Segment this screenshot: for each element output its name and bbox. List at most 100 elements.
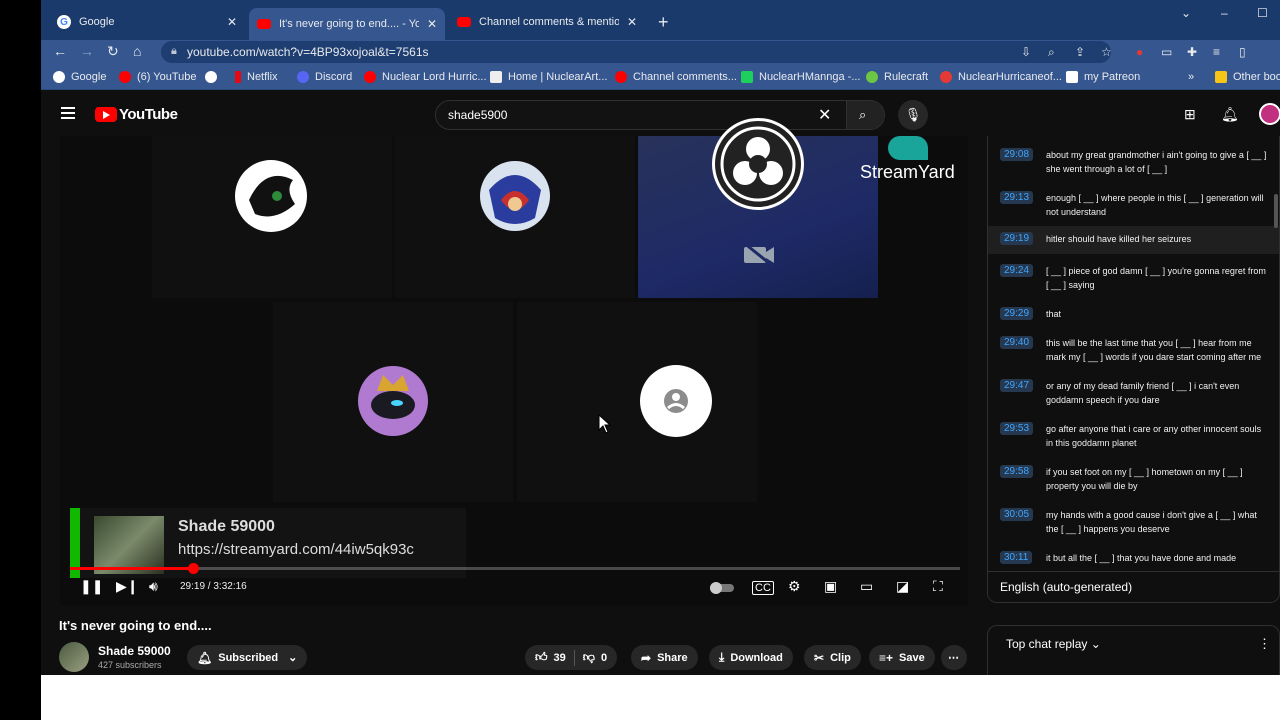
close-tab-icon[interactable]: ✕ (427, 17, 437, 31)
bookmark-item[interactable]: Channel comments... (615, 71, 737, 83)
scrubber-handle[interactable] (187, 563, 199, 574)
settings-gear-icon[interactable]: ⚙ (788, 578, 801, 595)
bookmark-star-icon[interactable]: ☆ (1101, 45, 1112, 59)
share-button[interactable]: ➦ Share (631, 645, 698, 670)
transcript-timestamp[interactable]: 29:08 (1000, 148, 1034, 161)
transcript-row[interactable]: 29:13 enough [ __ ] where people in this… (988, 185, 1279, 225)
transcript-timestamp[interactable]: 29:13 (1000, 191, 1034, 204)
search-button[interactable]: ⌕ (846, 101, 884, 129)
search-input[interactable]: shade5900 (448, 108, 507, 122)
clip-button[interactable]: ✂ Clip (804, 645, 861, 670)
close-tab-icon[interactable]: ✕ (227, 15, 237, 29)
captions-icon[interactable]: CC (752, 581, 774, 595)
miniplayer-icon[interactable]: ▣ (824, 578, 837, 595)
more-options-icon[interactable]: ⋮ (1258, 636, 1271, 652)
more-bookmarks-icon[interactable]: » (1188, 71, 1194, 83)
save-button[interactable]: ≡+ Save (869, 645, 935, 670)
home-icon[interactable]: ⌂ (133, 43, 141, 59)
like-dislike-group[interactable]: 👍︎ 39 👎︎ 0 (525, 645, 618, 670)
bookmark-item[interactable]: NuclearHurricaneof... (940, 71, 1062, 83)
transcript-row[interactable]: 30:05 my hands with a good cause i don't… (988, 502, 1279, 542)
bookmark-item[interactable]: (6) YouTube (119, 71, 197, 83)
transcript-timestamp[interactable]: 29:47 (1000, 379, 1034, 392)
adblock-icon[interactable]: ● (1136, 45, 1143, 59)
reading-list-icon[interactable]: ≡ (1213, 45, 1220, 59)
fullscreen-icon[interactable]: ⛶ (933, 578, 943, 595)
download-button[interactable]: ⤓ Download (709, 645, 793, 670)
bookmark-item[interactable]: Rulecraft (866, 71, 928, 83)
side-panel-icon[interactable]: ▯ (1239, 45, 1246, 59)
bookmark-item[interactable]: Netflix (235, 71, 278, 83)
tab-channel-comments[interactable]: Channel comments & mentions - ✕ (449, 8, 645, 36)
video-player[interactable]: StreamYard Shade 59000 https://streamyar… (60, 118, 968, 606)
transcript-timestamp[interactable]: 29:19 (1000, 232, 1034, 245)
volume-icon[interactable]: 🔊︎ (149, 578, 158, 595)
transcript-row[interactable]: 30:11 it but all the [ __ ] that you hav… (988, 545, 1279, 571)
more-actions-icon[interactable]: ⋯ (941, 645, 967, 670)
transcript-row-active[interactable]: 29:19 hitler should have killed her seiz… (988, 226, 1279, 254)
transcript-timestamp[interactable]: 30:11 (1000, 551, 1033, 564)
address-bar[interactable]: 🔒︎ youtube.com/watch?v=4BP93xojoal&t=756… (161, 41, 1111, 63)
bookmark-item[interactable] (205, 71, 223, 83)
transcript-row[interactable]: 29:53 go after anyone that i care or any… (988, 416, 1279, 456)
bookmark-item[interactable]: Discord (297, 71, 352, 83)
account-avatar[interactable] (1259, 103, 1280, 125)
bookmark-item[interactable]: Nuclear Lord Hurric... (364, 71, 487, 83)
zoom-icon[interactable]: ⌕ (1048, 45, 1055, 60)
tab-google[interactable]: G Google ✕ (49, 8, 245, 36)
progress-bar[interactable] (70, 563, 960, 574)
theater-mode-icon[interactable]: ▭ (860, 578, 873, 595)
minimize-icon[interactable]: – (1221, 6, 1228, 20)
transcript-timestamp[interactable]: 29:58 (1000, 465, 1034, 478)
forward-icon[interactable]: → (80, 43, 94, 59)
transcript-language-selector[interactable]: English (auto-generated) (988, 571, 1279, 602)
chat-mode-dropdown[interactable]: Top chat replay ⌄ (1006, 637, 1101, 651)
tab-youtube-video[interactable]: It's never going to end.... - Yo ✕ (249, 8, 445, 40)
transcript-row[interactable]: 29:58 if you set foot on my [ __ ] homet… (988, 459, 1279, 499)
chevron-down-icon[interactable]: ⌄ (1181, 6, 1191, 20)
chevron-down-icon: ⌄ (1090, 637, 1101, 651)
transcript-scrollbar[interactable] (1274, 194, 1278, 228)
transcript-timestamp[interactable]: 30:05 (1000, 508, 1034, 521)
transcript-row[interactable]: 29:47 or any of my dead family friend [ … (988, 373, 1279, 413)
bookmark-item[interactable]: Home | NuclearArt... (490, 71, 607, 83)
transcript-row[interactable]: 29:24 [ __ ] piece of god damn [ __ ] yo… (988, 258, 1279, 298)
subscribed-button[interactable]: 🔔︎ Subscribed ⌄ (187, 645, 308, 670)
menu-icon[interactable] (61, 107, 75, 119)
bookmark-item[interactable]: my Patreon (1066, 71, 1140, 83)
transcript-timestamp[interactable]: 29:40 (1000, 336, 1034, 349)
share-page-icon[interactable]: ⇪ (1075, 45, 1085, 59)
notifications-bell-icon[interactable]: 🔔︎ (1221, 106, 1239, 123)
transcript-row[interactable]: 29:08 about my great grandmother i ain't… (988, 142, 1279, 182)
channel-avatar[interactable] (59, 642, 89, 672)
create-video-icon[interactable]: ⊞ (1184, 106, 1196, 123)
transcript-row[interactable]: 29:40 this will be the last time that yo… (988, 330, 1279, 370)
close-tab-icon[interactable]: ✕ (627, 15, 637, 29)
extension-icon[interactable]: ▭ (1161, 45, 1172, 59)
bookmark-item[interactable]: Other boo (1215, 71, 1280, 83)
cast-icon[interactable]: ◪ (896, 578, 909, 595)
puzzle-icon[interactable]: ✚ (1187, 45, 1197, 59)
new-tab-icon[interactable]: + (658, 12, 669, 33)
thumbs-up-icon[interactable]: 👍︎ (535, 650, 548, 665)
pause-icon[interactable]: ❚❚ (80, 578, 103, 595)
bookmark-item[interactable]: NuclearHMannga -... (741, 71, 861, 83)
channel-name[interactable]: Shade 59000 (98, 644, 171, 658)
transcript-timestamp[interactable]: 29:24 (1000, 264, 1034, 277)
search-box[interactable]: shade5900 ✕ ⌕ (435, 100, 885, 130)
clear-search-icon[interactable]: ✕ (818, 105, 831, 125)
transcript-row[interactable]: 29:29 that (988, 301, 1279, 329)
microphone-icon[interactable]: 🎙︎ (898, 100, 928, 130)
thumbs-down-icon[interactable]: 👎︎ (583, 650, 595, 665)
add-to-playlist-icon: ≡+ (879, 650, 894, 665)
maximize-icon[interactable]: ☐ (1257, 6, 1268, 20)
transcript-timestamp[interactable]: 29:53 (1000, 422, 1034, 435)
transcript-timestamp[interactable]: 29:29 (1000, 307, 1034, 320)
bookmark-item[interactable]: Google (53, 71, 106, 83)
next-icon[interactable]: ▶❙ (116, 578, 139, 595)
back-icon[interactable]: ← (53, 43, 67, 59)
reload-icon[interactable]: ↻ (107, 43, 119, 60)
autoplay-toggle[interactable] (710, 582, 734, 594)
install-icon[interactable]: ⇩ (1021, 45, 1031, 59)
youtube-logo[interactable]: YouTube (95, 106, 178, 123)
